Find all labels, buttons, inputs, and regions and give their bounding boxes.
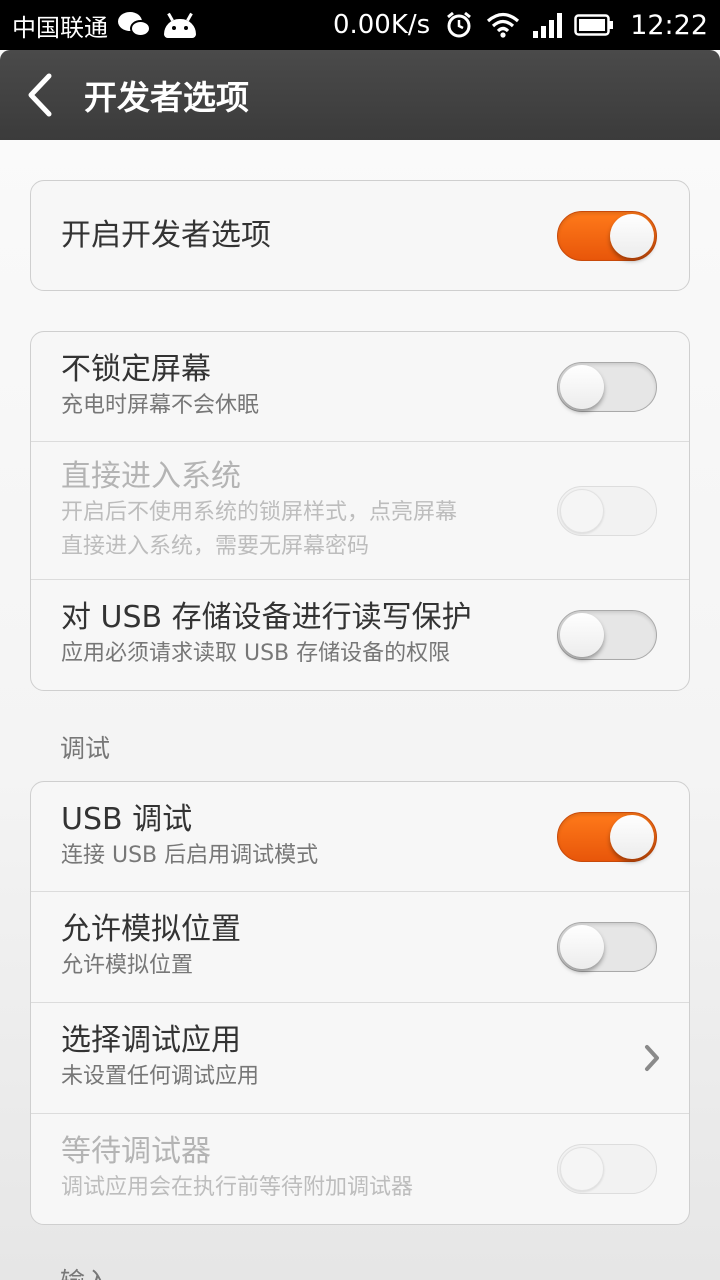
wait-for-debugger-row: 等待调试器 调试应用会在执行前等待附加调试器 (31, 1114, 689, 1224)
switch-knob (560, 1147, 604, 1191)
usb-storage-protect-switch[interactable] (557, 610, 657, 660)
carrier-name: 中国联通 (12, 13, 108, 42)
stay-awake-switch[interactable] (557, 361, 657, 412)
mock-location-row[interactable]: 允许模拟位置 允许模拟位置 (31, 892, 689, 1003)
general-settings-card: 不锁定屏幕 充电时屏幕不会休眠 直接进入系统 开启后不使用系统的锁屏样式，点亮屏… (30, 331, 690, 691)
switch-knob (560, 925, 604, 969)
net-speed: 0.00K/s (332, 10, 431, 40)
switch-knob (560, 613, 604, 657)
battery-icon (574, 14, 614, 36)
back-button[interactable] (0, 50, 80, 140)
row-title: 选择调试应用 (61, 1023, 241, 1058)
usb-debugging-row[interactable]: USB 调试 连接 USB 后启用调试模式 (31, 782, 689, 892)
status-bar: 中国联通 0.00K/s 12:22 (0, 0, 720, 50)
switch-knob (610, 213, 654, 258)
switch-knob (560, 364, 604, 409)
title-bar: 开发者选项 (0, 50, 720, 140)
android-icon (162, 12, 198, 38)
section-label-debug: 调试 (60, 734, 111, 763)
debug-settings-card: USB 调试 连接 USB 后启用调试模式 允许模拟位置 允许模拟位置 选择调试… (30, 781, 690, 1225)
usb-storage-protect-row[interactable]: 对 USB 存储设备进行读写保护 应用必须请求读取 USB 存储设备的权限 (31, 580, 689, 690)
direct-boot-switch (557, 485, 657, 536)
master-switch-card: 开启开发者选项 (30, 180, 690, 291)
wechat-icon (118, 11, 152, 39)
developer-options-switch[interactable] (557, 210, 657, 261)
developer-options-toggle-row[interactable]: 开启开发者选项 (31, 181, 689, 290)
switch-knob (610, 814, 654, 859)
clock: 12:22 (630, 9, 708, 41)
switch-knob (560, 488, 604, 533)
section-label-input: 输入 (60, 1262, 110, 1280)
row-subtitle-line2: 直接进入系统，需要无屏幕密码 (61, 533, 370, 559)
page-title: 开发者选项 (84, 78, 249, 117)
mock-location-switch[interactable] (557, 922, 657, 972)
stay-awake-row[interactable]: 不锁定屏幕 充电时屏幕不会休眠 (31, 332, 689, 442)
row-subtitle: 未设置任何调试应用 (61, 1064, 260, 1089)
chevron-right-icon (645, 1045, 659, 1071)
back-arrow-icon (28, 73, 52, 117)
usb-debugging-switch[interactable] (557, 811, 657, 862)
alarm-icon (444, 10, 474, 40)
wifi-icon (486, 12, 520, 38)
signal-icon (532, 12, 563, 38)
direct-boot-row: 直接进入系统 开启后不使用系统的锁屏样式，点亮屏幕 直接进入系统，需要无屏幕密码 (31, 442, 689, 580)
select-debug-app-row[interactable]: 选择调试应用 未设置任何调试应用 (31, 1003, 689, 1114)
wait-for-debugger-switch (557, 1144, 657, 1194)
